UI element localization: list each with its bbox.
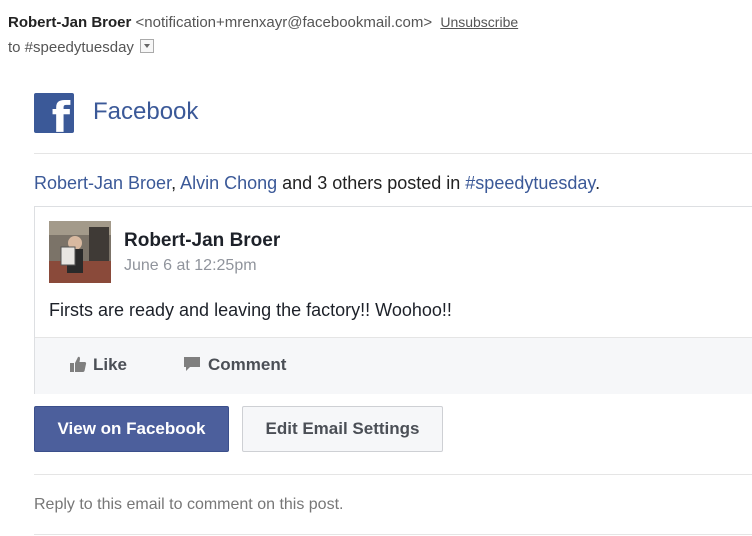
brand-name: Facebook: [93, 98, 199, 125]
logo-letter: f: [51, 93, 70, 134]
recipient-line: to #speedytuesday: [8, 39, 154, 56]
post-date[interactable]: June 6 at 12:25pm: [124, 257, 257, 275]
view-on-facebook-button[interactable]: View on Facebook: [34, 406, 229, 452]
post-summary: Robert-Jan Broer, Alvin Chong and 3 othe…: [34, 173, 600, 194]
group-link[interactable]: #speedytuesday: [465, 173, 595, 193]
user-link[interactable]: Robert-Jan Broer: [34, 173, 171, 193]
divider: [34, 474, 752, 475]
post-card: Robert-Jan Broer June 6 at 12:25pm First…: [34, 206, 752, 394]
like-label: Like: [93, 355, 128, 374]
post-text: Firsts are ready and leaving the factory…: [49, 300, 452, 320]
sender-email: <notification+mrenxayr@facebookmail.com>: [135, 14, 433, 31]
facebook-logo-icon: f: [34, 93, 74, 133]
divider: [34, 153, 752, 154]
comment-bubble-icon: [184, 357, 200, 371]
post-actions-bar: Like Comment: [35, 337, 752, 394]
summary-text: and 3 others posted in: [277, 173, 466, 193]
summary-end: .: [595, 173, 601, 193]
recipient-text: to #speedytuesday: [8, 39, 134, 56]
comment-label: Comment: [208, 355, 287, 374]
user-link[interactable]: Alvin Chong: [180, 173, 277, 193]
summary-separator: ,: [171, 173, 181, 193]
email-header: Robert-Jan Broer <notification+mrenxayr@…: [8, 13, 518, 32]
divider: [34, 534, 752, 535]
comment-button[interactable]: Comment: [182, 355, 286, 375]
edit-email-settings-button[interactable]: Edit Email Settings: [242, 406, 443, 452]
like-button[interactable]: Like: [69, 355, 127, 375]
sender-name: Robert-Jan Broer: [8, 14, 132, 31]
avatar[interactable]: [49, 221, 111, 283]
details-dropdown-icon[interactable]: [139, 39, 154, 53]
unsubscribe-link[interactable]: Unsubscribe: [440, 14, 518, 30]
thumbs-up-icon: [70, 356, 87, 372]
post-author[interactable]: Robert-Jan Broer: [124, 230, 280, 252]
reply-hint: Reply to this email to comment on this p…: [34, 496, 344, 513]
